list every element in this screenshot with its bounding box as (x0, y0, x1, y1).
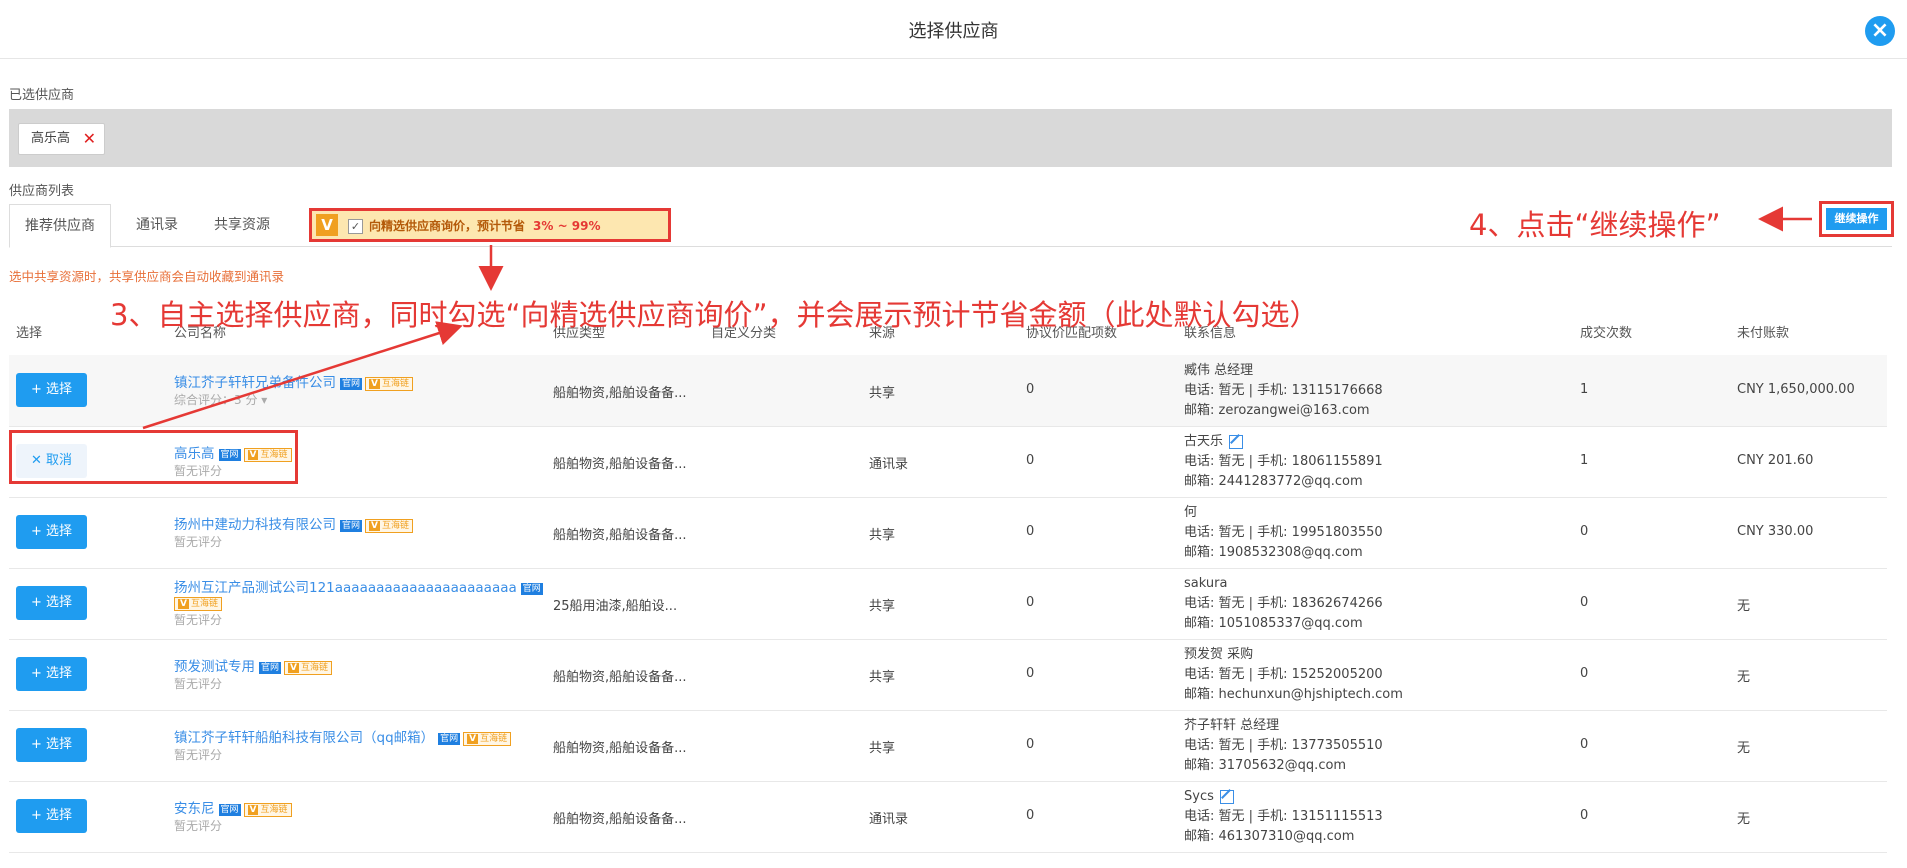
arrow-to-company (142, 321, 463, 430)
annotation-arrows (142, 206, 1812, 430)
